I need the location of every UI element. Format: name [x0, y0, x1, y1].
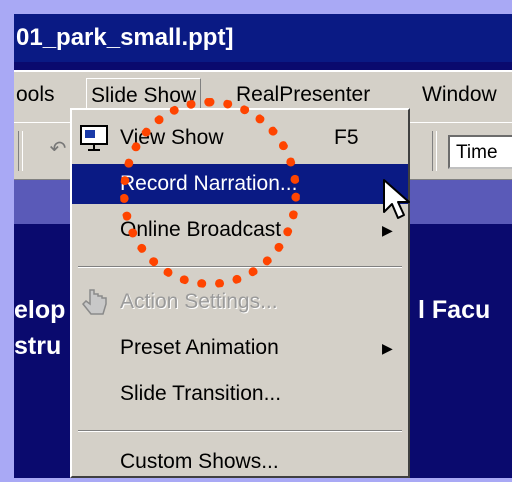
menu-item-label: Online Broadcast	[120, 218, 282, 241]
menu-item-record-narration[interactable]: Record Narration...	[72, 164, 408, 204]
slide-text-line1-right: l Facu	[418, 296, 491, 324]
menu-item-label: Preset Animation	[120, 336, 279, 359]
slide-text-line1-left: elop	[14, 296, 66, 324]
view-show-icon	[80, 125, 108, 151]
menu-item-label: Slide Transition...	[120, 382, 282, 405]
window-title: 01_park_small.ppt]	[16, 24, 234, 51]
menu-item-label: View Show	[120, 126, 224, 149]
menu-item-label: Record Narration...	[120, 172, 298, 195]
menu-window[interactable]: Window	[422, 82, 497, 108]
hand-pointer-icon	[81, 289, 107, 315]
menu-item-slide-transition[interactable]: Slide Transition...	[72, 374, 408, 414]
toolbar-separator	[18, 131, 23, 171]
menu-tools[interactable]: ools	[16, 82, 55, 108]
font-name-field[interactable]: Time	[448, 135, 512, 169]
slide-text-line2-left: stru	[14, 332, 62, 360]
menu-item-custom-shows[interactable]: Custom Shows...	[72, 442, 408, 482]
slide-show-menu: View Show F5 Record Narration... Online …	[70, 108, 410, 478]
menu-realpresenter[interactable]: RealPresenter	[236, 82, 370, 108]
menu-item-label: Custom Shows...	[120, 450, 279, 473]
toolbar-separator	[432, 131, 437, 171]
menu-separator	[78, 266, 402, 268]
menu-item-preset-animation[interactable]: Preset Animation ▶	[72, 328, 408, 368]
menu-item-shortcut: F5	[334, 126, 359, 149]
menu-item-label: Action Settings...	[120, 290, 278, 313]
menu-item-action-settings: Action Settings...	[72, 282, 408, 322]
title-bar: 01_park_small.ppt]	[14, 14, 512, 62]
font-name-value: Time	[456, 142, 498, 163]
menu-item-online-broadcast[interactable]: Online Broadcast ▶	[72, 210, 408, 250]
menu-separator	[78, 430, 402, 432]
submenu-arrow-icon: ▶	[382, 340, 393, 356]
menu-item-view-show[interactable]: View Show F5	[72, 118, 408, 158]
mouse-cursor-icon	[383, 179, 410, 219]
undo-icon[interactable]: ↶	[44, 135, 72, 163]
